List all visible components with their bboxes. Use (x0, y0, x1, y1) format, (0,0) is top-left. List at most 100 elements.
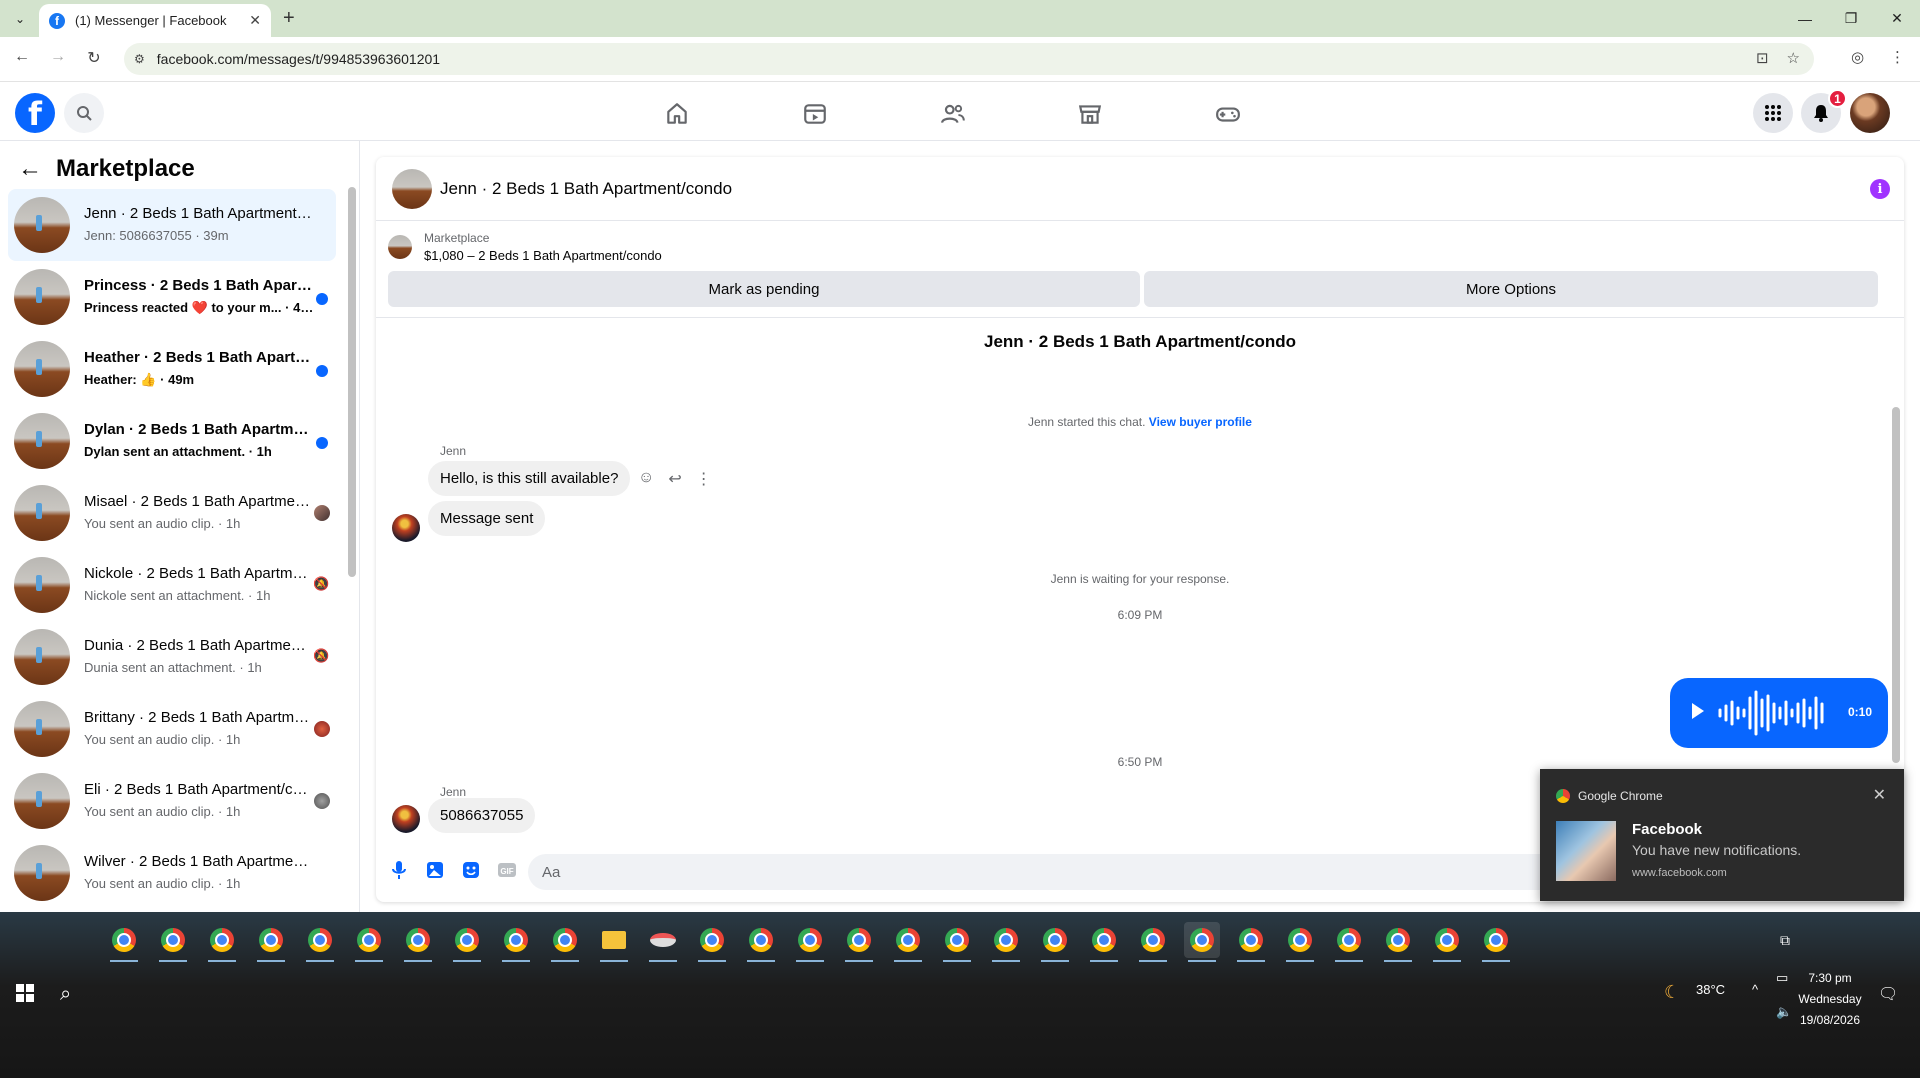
notifications-button[interactable]: 1 (1801, 89, 1847, 133)
chrome-window-icon[interactable] (1135, 922, 1171, 962)
conversation-name: Princess · 2 Beds 1 Bath Apartment/condo (84, 277, 314, 294)
chat-scrollbar[interactable] (1892, 407, 1900, 763)
message-bubble[interactable]: Message sent (428, 501, 546, 536)
chrome-window-icon[interactable] (547, 922, 583, 962)
menu-button[interactable] (1753, 93, 1793, 133)
marketplace-icon[interactable] (1076, 100, 1104, 128)
site-info-icon[interactable]: ⚙ (134, 52, 145, 66)
chrome-window-icon[interactable] (1429, 922, 1465, 962)
sender-avatar[interactable] (392, 805, 420, 833)
chrome-window-icon[interactable] (743, 922, 779, 962)
chrome-window-icon[interactable] (1086, 922, 1122, 962)
windows-start-button[interactable] (16, 984, 34, 1002)
chrome-window-icon[interactable] (939, 922, 975, 962)
list-item[interactable]: Dylan · 2 Beds 1 Bath Apartment/condo Dy… (8, 405, 336, 477)
sender-avatar[interactable] (392, 514, 420, 542)
chrome-window-icon[interactable] (1037, 922, 1073, 962)
tab-close-icon[interactable]: ✕ (249, 12, 261, 29)
info-icon[interactable]: i (1870, 179, 1890, 199)
message-bubble[interactable]: 5086637055 (428, 798, 536, 833)
chrome-window-icon[interactable] (351, 922, 387, 962)
photo-icon[interactable] (424, 859, 446, 881)
action-center-icon[interactable]: 🗨 (1878, 984, 1898, 1004)
close-window-button[interactable]: ✕ (1874, 0, 1920, 37)
restore-button[interactable]: ❐ (1828, 0, 1874, 37)
minimize-button[interactable]: — (1782, 0, 1828, 37)
chrome-menu-icon[interactable]: ⋮ (1890, 48, 1905, 66)
conversation-list-scrollbar[interactable] (348, 187, 356, 577)
home-icon[interactable] (663, 100, 691, 128)
chrome-window-icon[interactable] (155, 922, 191, 962)
taskbar-search-icon[interactable]: ⌕ (60, 983, 71, 1006)
chrome-window-icon[interactable] (449, 922, 485, 962)
chrome-window-icon[interactable] (302, 922, 338, 962)
search-button[interactable] (64, 93, 104, 133)
chrome-window-icon[interactable] (204, 922, 240, 962)
chat-avatar[interactable] (392, 169, 432, 209)
chrome-window-icon[interactable] (988, 922, 1024, 962)
message-bubble[interactable]: Hello, is this still available? (428, 461, 631, 496)
video-icon[interactable] (801, 100, 829, 128)
close-icon[interactable]: ✕ (1873, 785, 1886, 805)
list-item[interactable]: Wilver · 2 Beds 1 Bath Apartment/condo Y… (8, 837, 336, 909)
file-explorer-icon[interactable] (596, 922, 632, 962)
new-tab-button[interactable]: + (283, 7, 295, 30)
chrome-window-icon[interactable] (400, 922, 436, 962)
back-button[interactable]: ← (10, 48, 34, 66)
chrome-window-icon[interactable] (498, 922, 534, 962)
chrome-window-icon[interactable] (1331, 922, 1367, 962)
chrome-window-icon[interactable] (841, 922, 877, 962)
facebook-logo[interactable]: f (15, 93, 55, 133)
app-icon[interactable] (645, 922, 681, 962)
list-item[interactable]: Eli · 2 Beds 1 Bath Apartment/condo You … (8, 765, 336, 837)
bookmark-star-icon[interactable]: ☆ (1787, 49, 1800, 67)
chrome-window-icon[interactable] (1233, 922, 1269, 962)
react-emoji-icon[interactable]: ☺ (638, 469, 654, 489)
gif-icon[interactable]: GIF (496, 859, 518, 881)
chrome-window-icon[interactable] (1282, 922, 1318, 962)
reload-button[interactable]: ↻ (82, 48, 106, 68)
reply-icon[interactable]: ↩ (668, 469, 681, 489)
task-view-icon[interactable]: ⧉ (1780, 932, 1790, 949)
list-item[interactable]: Heather · 2 Beds 1 Bath Apartment/condo … (8, 333, 336, 405)
list-item[interactable]: Jenn · 2 Beds 1 Bath Apartment/condo Jen… (8, 189, 336, 261)
back-arrow-icon[interactable]: ← (18, 155, 42, 183)
more-actions-icon[interactable]: ⋮ (696, 469, 712, 489)
chrome-window-icon[interactable] (1380, 922, 1416, 962)
sender-name: Jenn (440, 444, 467, 458)
tab-search-button[interactable]: ⌄ (8, 7, 32, 31)
view-buyer-profile-link[interactable]: View buyer profile (1149, 415, 1252, 429)
chrome-window-icon[interactable] (1478, 922, 1514, 962)
show-hidden-icons-icon[interactable]: ^ (1752, 982, 1758, 997)
more-options-button[interactable]: More Options (1144, 271, 1878, 307)
audio-message[interactable]: 0:10 (1670, 678, 1888, 748)
chrome-window-icon[interactable] (106, 922, 142, 962)
browser-tab[interactable]: f (1) Messenger | Facebook ✕ (39, 4, 271, 37)
address-bar[interactable]: ⚙ facebook.com/messages/t/99485396360120… (124, 43, 1814, 75)
account-avatar[interactable] (1850, 93, 1890, 133)
play-icon[interactable] (1692, 703, 1704, 719)
gaming-icon[interactable] (1214, 100, 1242, 128)
list-item[interactable]: Nickole · 2 Beds 1 Bath Apartment/condo … (8, 549, 336, 621)
network-icon[interactable]: ▭ (1776, 970, 1788, 986)
list-item[interactable]: Princess · 2 Beds 1 Bath Apartment/condo… (8, 261, 336, 333)
mark-as-pending-button[interactable]: Mark as pending (388, 271, 1140, 307)
chrome-window-icon[interactable] (253, 922, 289, 962)
chrome-window-icon[interactable] (890, 922, 926, 962)
chat-title[interactable]: Jenn · 2 Beds 1 Bath Apartment/condo (440, 179, 732, 199)
list-item[interactable]: Dunia · 2 Beds 1 Bath Apartment/condo Du… (8, 621, 336, 693)
taskbar-clock[interactable]: 7:30 pm Wednesday 19/08/2026 (1790, 968, 1870, 1031)
friends-icon[interactable] (939, 100, 967, 128)
install-app-icon[interactable]: ⊡ (1756, 49, 1769, 67)
forward-button[interactable]: → (46, 48, 70, 66)
chrome-window-icon[interactable] (792, 922, 828, 962)
microphone-icon[interactable] (388, 859, 410, 881)
weather-temperature[interactable]: 38°C (1696, 982, 1725, 997)
chrome-window-icon[interactable] (694, 922, 730, 962)
chrome-notification[interactable]: Google Chrome ✕ Facebook You have new no… (1540, 769, 1904, 901)
sticker-icon[interactable] (460, 859, 482, 881)
list-item[interactable]: Brittany · 2 Beds 1 Bath Apartment/condo… (8, 693, 336, 765)
chrome-window-icon[interactable] (1184, 922, 1220, 962)
profile-icon[interactable]: ◎ (1851, 48, 1864, 66)
list-item[interactable]: Misael · 2 Beds 1 Bath Apartment/condo Y… (8, 477, 336, 549)
